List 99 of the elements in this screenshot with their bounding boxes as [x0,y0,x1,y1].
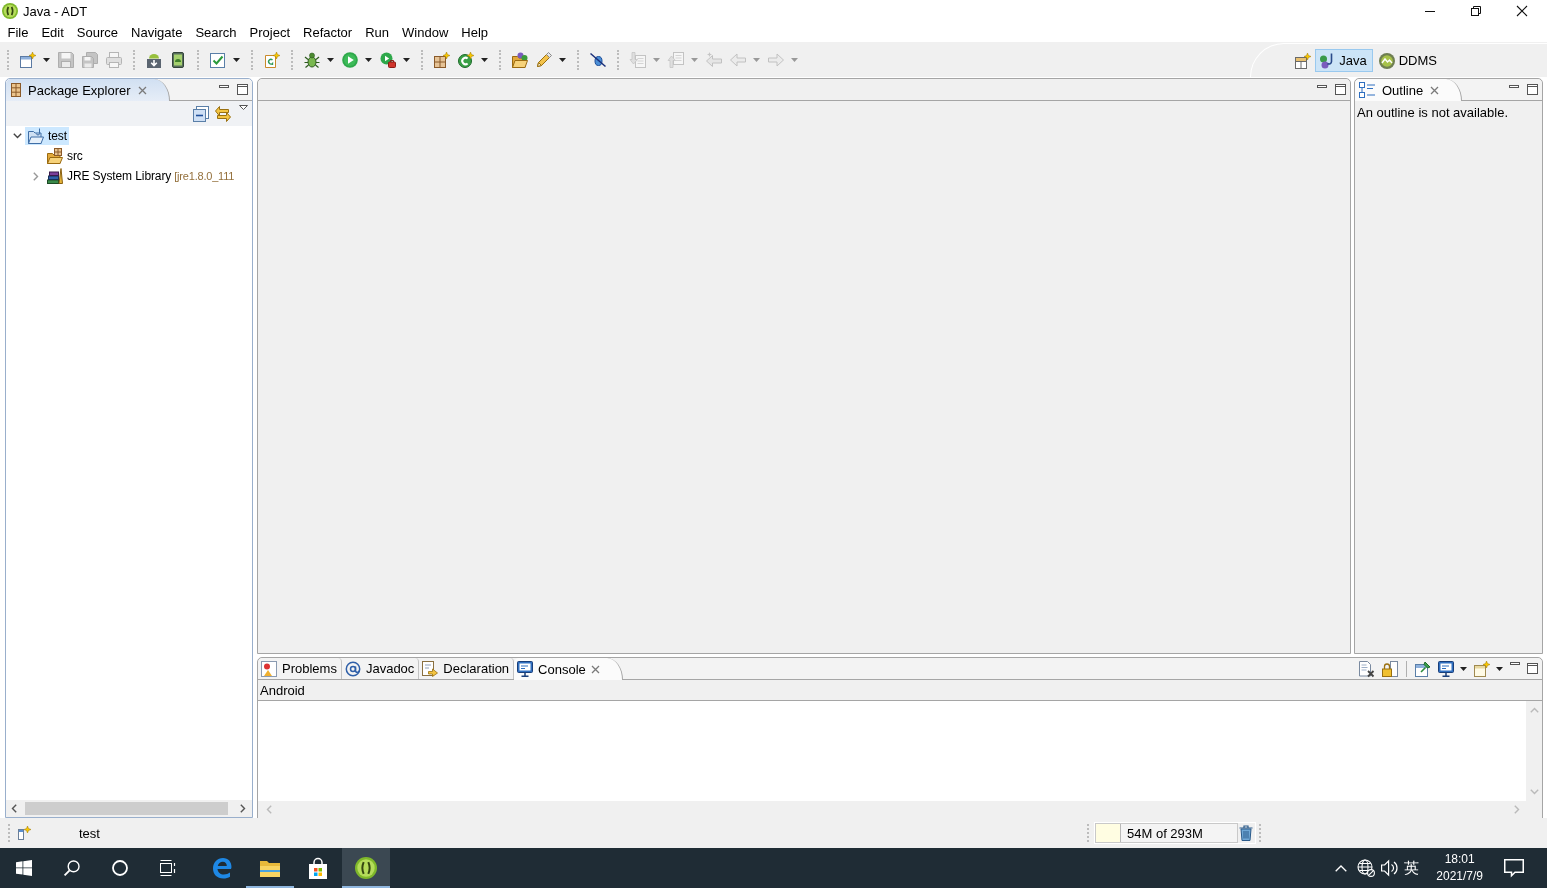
view-tab[interactable]: Outline [1355,79,1463,101]
tree-item[interactable]: test [25,127,69,145]
caret-icon[interactable] [327,57,334,62]
speaker-icon[interactable] [1381,859,1398,877]
windows-logo-icon[interactable] [16,860,32,876]
window-star-icon[interactable] [1474,660,1490,677]
scroll-right-icon[interactable] [240,804,246,813]
package-folder-icon [47,148,63,164]
caret-icon[interactable] [559,57,566,62]
console-name: Android [260,682,305,698]
search-icon[interactable] [64,860,80,876]
maximize-icon[interactable] [1527,84,1538,95]
play-icon[interactable] [342,51,358,68]
menu-item[interactable]: Search [188,24,244,40]
input-method-indicator[interactable]: 英 [1404,858,1420,878]
trash-icon[interactable] [1238,825,1254,841]
caret-icon[interactable] [365,57,372,62]
caret-icon[interactable] [43,57,50,62]
chevron-right-icon[interactable] [33,171,39,181]
window-grid-star-icon[interactable] [1295,52,1312,69]
grid-column-icon [11,83,21,97]
maximize-icon[interactable] [237,84,248,95]
open-folder-icon [28,128,44,144]
memory-text: 54M of 293M [1126,825,1203,841]
menu-item[interactable]: File [1,24,35,40]
view-tab[interactable]: Declaration [419,658,515,679]
page-star-icon[interactable] [264,51,280,68]
grid-star-icon[interactable] [434,51,450,68]
menu-item[interactable]: Edit [34,24,71,40]
view-menu-icon[interactable] [239,105,248,110]
monitor-icon[interactable] [1438,660,1454,677]
menu-item[interactable]: Project [243,24,297,40]
outline-tree-icon [1359,82,1375,98]
collapse-all-icon[interactable] [193,105,209,122]
menu-item[interactable]: Source [70,24,125,40]
download-box-icon[interactable] [146,51,162,68]
books-icon [47,168,63,184]
taskbar-app-button[interactable] [342,848,390,888]
notification-icon[interactable] [1504,859,1524,877]
folder-icon [259,858,281,878]
task-view-icon[interactable] [160,860,176,876]
perspective-button[interactable]: DDMS [1374,49,1443,72]
restore-icon[interactable] [1471,6,1481,16]
pin-window-icon[interactable] [1415,660,1431,677]
swap-arrows-icon[interactable] [215,105,231,122]
minimize-icon[interactable] [1510,661,1520,665]
play-toolbox-icon[interactable] [380,51,396,68]
ring-icon[interactable] [112,860,128,876]
horizontal-scrollbar[interactable] [6,800,252,817]
lock-icon[interactable] [1382,660,1398,677]
tree-item[interactable]: src [44,147,85,165]
phone-icon[interactable] [170,51,186,68]
caret-icon[interactable] [481,57,488,62]
shopping-bag-icon [307,857,329,879]
pencil-icon[interactable] [536,51,552,68]
scroll-left-icon[interactable] [11,804,17,813]
clock[interactable]: 18:01 2021/7/9 [1432,851,1487,885]
selection-label: test [79,825,100,841]
view-tab[interactable]: Javadoc [341,658,420,679]
menu-item[interactable]: Window [395,24,455,40]
chevron-up-icon[interactable] [1335,864,1348,872]
monitor-icon [517,661,534,677]
menu-item[interactable]: Run [358,24,396,40]
view-tab[interactable]: Package Explorer [6,79,170,101]
checkbox-tick-icon[interactable] [210,51,226,68]
menu-item[interactable]: Navigate [124,24,189,40]
window-star-icon[interactable] [18,826,31,840]
page-cross-icon[interactable] [1359,660,1375,677]
globe-icon[interactable] [1357,859,1376,877]
minimize-icon[interactable] [1317,85,1327,88]
scroll-thumb[interactable] [25,802,228,815]
minimize-icon[interactable] [1509,85,1519,88]
maximize-icon[interactable] [1335,84,1346,95]
maximize-icon[interactable] [1527,663,1538,674]
outline-message: An outline is not available. [1357,105,1509,120]
caret-icon[interactable] [1496,666,1503,671]
chevron-down-icon[interactable] [12,133,22,139]
caret-icon[interactable] [403,57,410,62]
view-tab[interactable]: Console [514,658,623,680]
chart-circle-icon [1378,52,1395,69]
folder-balls-icon[interactable] [512,51,528,68]
caret-icon[interactable] [233,57,240,62]
perspective-button[interactable]: Java [1315,49,1373,72]
oval-slash-icon[interactable] [590,51,606,68]
minimize-icon[interactable] [219,85,229,88]
menu-item[interactable]: Refactor [296,24,359,40]
window-title: Java - ADT [23,3,88,19]
minimize-icon[interactable] [1425,10,1435,12]
view-tab[interactable]: Problems [258,658,342,679]
bug-icon[interactable] [304,51,320,68]
close-icon[interactable] [1517,6,1527,16]
caret-icon[interactable] [1460,666,1467,671]
menu-item[interactable]: Help [454,24,495,40]
tree-item[interactable]: JRE System Library [jre1.8.0_111 [44,167,237,185]
new-file-icon[interactable] [20,51,36,68]
at-sign-icon [344,660,361,677]
e-logo-icon [211,857,233,879]
app-logo-icon [2,3,18,19]
app-logo-icon [355,857,377,879]
